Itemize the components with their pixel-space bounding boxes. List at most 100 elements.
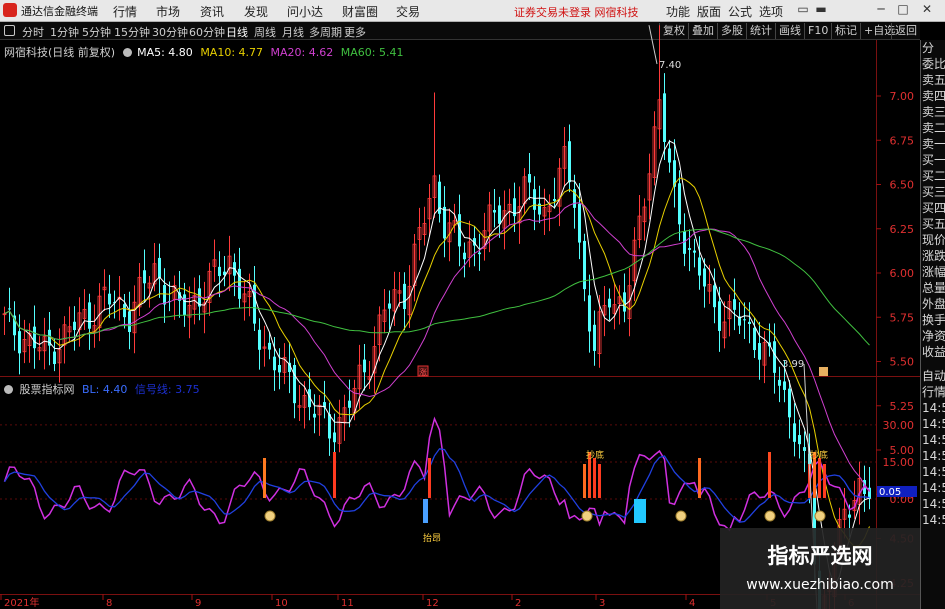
price-tick-label: 5.25	[890, 400, 915, 413]
legend-bl: BL: 4.40	[82, 383, 128, 396]
price-tick-label: 5.75	[890, 311, 915, 324]
legend-signal: 信号线: 3.75	[134, 383, 200, 396]
rp-weibi: 委比	[922, 57, 945, 71]
coin-marker-icon	[764, 510, 776, 522]
info-marker-icon	[819, 367, 828, 376]
date-label: 4	[689, 598, 695, 609]
candle-body	[733, 299, 736, 310]
rp-buy3: 买三	[922, 185, 945, 199]
rp-sell5: 卖五	[922, 73, 945, 87]
price-tick-label: 6.75	[890, 134, 915, 147]
date-label: 2021年	[4, 596, 39, 609]
candle-body	[333, 432, 336, 443]
coin-marker-icon	[581, 510, 593, 522]
candle-body	[568, 141, 571, 183]
coin-marker-icon	[264, 510, 276, 522]
candle-body	[533, 189, 536, 210]
rp-time: 14:50	[922, 401, 945, 415]
quote-side-panel: 分 委比 卖五 卖四 卖三 卖二 卖一 买一 买二 买三 买四 买五 现价 涨跌…	[920, 40, 945, 609]
rp-time: 14:50	[922, 497, 945, 511]
buy-signal-label: 抄底	[810, 449, 828, 461]
stock-title[interactable]: 网宿科技(日线 前复权)	[4, 46, 115, 59]
candle-body	[528, 174, 531, 183]
signal-bar	[428, 458, 431, 498]
chart-grid	[0, 40, 920, 609]
candle-body	[273, 356, 276, 371]
indicator-signal-line	[3, 448, 870, 523]
watermark-overlay: 指标严选网 www.xuezhibiao.com	[720, 528, 920, 609]
price-tick-label: 6.50	[890, 179, 915, 192]
rp-quote[interactable]: 行情	[921, 384, 945, 400]
candle-body	[163, 285, 166, 305]
indicator-tick-label: 30.00	[883, 419, 915, 432]
signal-bar	[263, 458, 266, 498]
signal-bar	[598, 464, 601, 498]
low-price-label: 3.99	[782, 359, 804, 370]
candle-body	[313, 413, 316, 418]
candle-body	[363, 359, 366, 373]
legend-ma10: MA10: 4.77	[200, 46, 264, 59]
rp-separator	[921, 360, 945, 368]
rp-auto[interactable]: 自动	[921, 368, 945, 384]
legend-settings-icon[interactable]	[122, 48, 132, 57]
candle-body	[688, 248, 691, 250]
candle-body	[123, 304, 126, 318]
legend-ma60: MA60: 5.41	[340, 46, 404, 59]
candle-body	[793, 423, 796, 442]
candle-body	[53, 351, 56, 365]
event-marker-label: 涨	[419, 367, 427, 377]
rp-sell2: 卖二	[922, 121, 945, 135]
rp-fen[interactable]: 分	[921, 40, 945, 56]
price-tick-label: 6.25	[890, 223, 915, 236]
rp-time: 14:50	[922, 513, 945, 527]
candle-body	[218, 266, 221, 277]
candle-body	[773, 341, 776, 373]
candle-body	[848, 514, 851, 518]
rp-volume: 总量	[922, 281, 945, 295]
high-price-label: 7.40	[659, 60, 681, 71]
candle-body	[593, 324, 596, 351]
rp-time: 14:50	[922, 449, 945, 463]
indicator-name[interactable]: 股票指标网	[20, 383, 75, 396]
candle-body	[678, 183, 681, 225]
candle-body	[718, 301, 721, 331]
candle-body	[478, 252, 481, 255]
kline-chart[interactable]: 抄底 抄底抬昂 7.006.756.506.256.005.755.505.255…	[0, 0, 945, 609]
candle-body	[328, 414, 331, 439]
date-label: 12	[426, 598, 439, 609]
rp-buy1: 买一	[922, 153, 945, 167]
candle-body	[128, 311, 131, 333]
coin-marker-icon	[814, 510, 826, 522]
signal-bar	[823, 464, 826, 498]
candle-body	[788, 388, 791, 418]
watermark-title: 指标严选网	[767, 544, 873, 568]
signal-bar	[698, 458, 701, 498]
rp-time: 14:50	[922, 481, 945, 495]
rp-buy2: 买二	[922, 169, 945, 183]
rp-turnover: 换手	[922, 313, 945, 327]
candle-body	[33, 326, 36, 349]
indicator-settings-icon[interactable]	[4, 385, 13, 394]
signal-bar	[593, 458, 596, 498]
chart-axes: 7.006.756.506.256.005.755.505.255.004.75…	[0, 25, 917, 609]
rp-sell1: 卖一	[922, 137, 945, 151]
indicator-current-value: 0.05	[879, 487, 901, 498]
ma10-line	[4, 177, 870, 547]
price-tick-label: 7.00	[890, 90, 915, 103]
indicator-tick-label: 15.00	[883, 456, 915, 469]
legend-ma20: MA20: 4.62	[270, 46, 334, 59]
high-marker-line	[648, 25, 658, 65]
legend-ma5: MA5: 4.80	[137, 46, 193, 59]
rp-netasset: 净资	[922, 329, 945, 343]
candle-body	[278, 365, 281, 373]
signal-bar	[333, 452, 336, 498]
candle-body	[158, 257, 161, 279]
candle-body	[18, 331, 21, 354]
date-label: 8	[106, 598, 112, 609]
signal-bar	[818, 458, 821, 498]
rp-time: 14:50	[922, 433, 945, 447]
candle-body	[143, 270, 146, 284]
candle-body	[73, 321, 76, 331]
candle-body	[463, 252, 466, 260]
candle-body	[608, 298, 611, 308]
